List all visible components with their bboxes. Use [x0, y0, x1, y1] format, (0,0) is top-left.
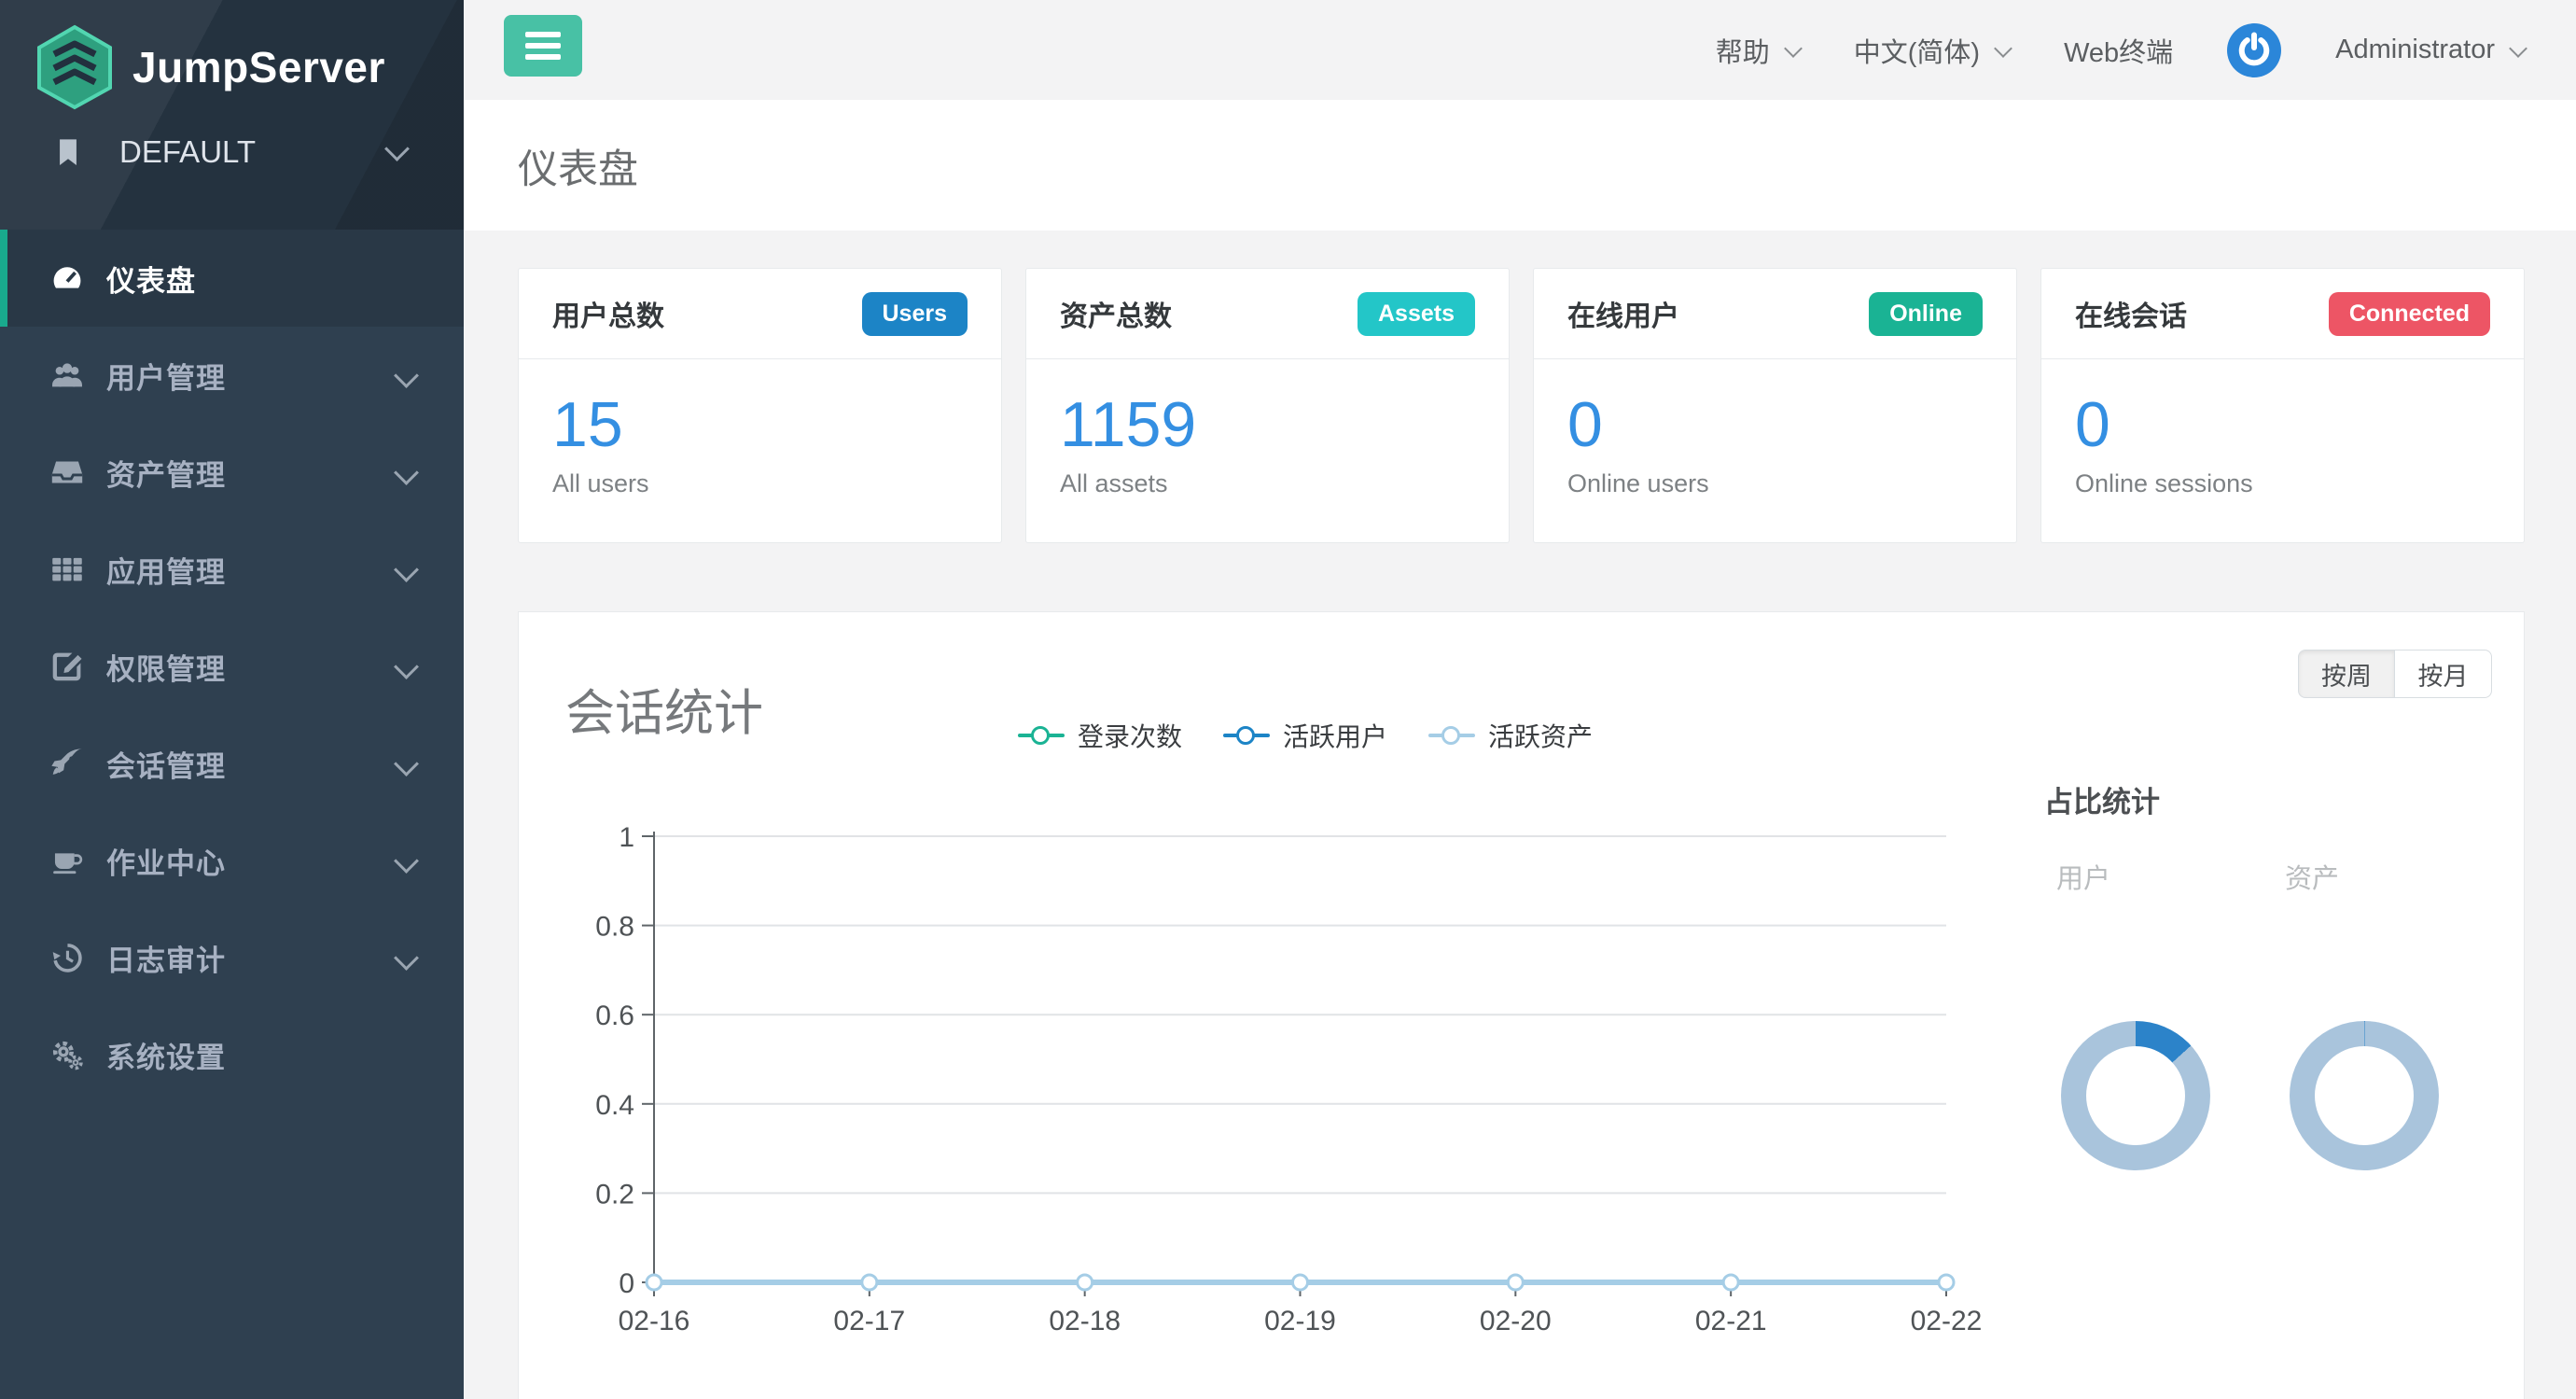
x-axis-labels: 02-16 02-17 02-18 02-19 02-20 02-21 02-2…: [619, 1306, 1983, 1336]
chevron-down-icon: [1994, 39, 2012, 58]
status-badge: Online: [1869, 292, 1983, 336]
sidebar-item-job-center[interactable]: 作业中心: [0, 812, 464, 909]
svg-text:0.6: 0.6: [595, 1000, 634, 1031]
svg-text:02-17: 02-17: [833, 1306, 905, 1336]
sidebar-item-permissions[interactable]: 权限管理: [0, 618, 464, 715]
page-title: 仪表盘: [464, 100, 2576, 195]
user-ratio-donut-chart: [2061, 1021, 2210, 1170]
org-selector[interactable]: DEFAULT: [0, 134, 464, 170]
menu-toggle-button[interactable]: [504, 15, 582, 77]
by-week-button[interactable]: 按周: [2298, 650, 2395, 698]
chart-legend: 登录次数 活跃用户 活跃资产: [1018, 717, 1593, 754]
asset-ratio-donut-chart: [2290, 1021, 2439, 1170]
svg-text:0.2: 0.2: [595, 1179, 634, 1210]
org-label: DEFAULT: [119, 134, 256, 170]
user-menu[interactable]: Administrator: [2335, 35, 2525, 65]
chevron-down-icon: [394, 751, 419, 776]
legend-active-users[interactable]: 活跃用户: [1223, 717, 1387, 754]
svg-text:02-20: 02-20: [1480, 1306, 1552, 1336]
bookmark-icon: [52, 136, 84, 168]
chevron-down-icon: [394, 557, 419, 582]
svg-text:02-21: 02-21: [1695, 1306, 1767, 1336]
status-badge: Users: [862, 292, 968, 336]
sidebar-item-sessions[interactable]: 会话管理: [0, 715, 464, 812]
chevron-down-icon: [384, 136, 410, 161]
legend-active-assets[interactable]: 活跃资产: [1428, 717, 1593, 754]
card-online-users: 在线用户Online 0Online users: [1533, 268, 2017, 543]
card-value[interactable]: 0: [2075, 393, 2490, 456]
sidebar-item-settings[interactable]: 系统设置: [0, 1006, 464, 1103]
svg-text:02-19: 02-19: [1264, 1306, 1336, 1336]
power-icon: [2235, 32, 2273, 69]
sidebar-item-audit[interactable]: 日志审计: [0, 909, 464, 1006]
chart-series: [647, 1275, 1954, 1296]
status-badge: Connected: [2329, 292, 2490, 336]
sidebar-item-assets[interactable]: 资产管理: [0, 424, 464, 521]
svg-text:0.8: 0.8: [595, 912, 634, 943]
ratio-panel-title: 占比统计: [2044, 778, 2160, 820]
page-heading: 仪表盘: [464, 100, 2576, 231]
card-value[interactable]: 15: [552, 393, 968, 456]
gears-icon: [49, 1036, 86, 1073]
card-value[interactable]: 1159: [1060, 393, 1475, 456]
brand[interactable]: JumpServer: [0, 0, 464, 110]
session-line-chart: 1 0.8 0.6 0.4 0.2 0 02-16 02-17 02-18 02…: [519, 785, 2012, 1382]
web-terminal-link[interactable]: Web终端: [2064, 31, 2173, 70]
y-axis-ticks: [642, 836, 654, 1282]
chevron-down-icon: [394, 945, 419, 971]
avatar[interactable]: [2227, 23, 2281, 77]
ratio-user-label: 用户: [2056, 857, 2110, 896]
range-toggle: 按周 按月: [2298, 650, 2492, 698]
card-total-assets: 资产总数Assets 1159All assets: [1025, 268, 1510, 543]
chevron-down-icon: [394, 654, 419, 679]
card-value[interactable]: 0: [1567, 393, 1983, 456]
edit-icon: [49, 648, 86, 685]
gauge-icon: [49, 259, 86, 297]
status-badge: Assets: [1358, 292, 1475, 336]
sidebar-item-applications[interactable]: 应用管理: [0, 521, 464, 618]
sidebar-nav: 仪表盘 用户管理 资产管理 应用管理 权限管理: [0, 230, 464, 1103]
top-navbar: 帮助 中文(简体) Web终端 Administrator: [464, 0, 2576, 100]
by-month-button[interactable]: 按月: [2395, 650, 2492, 698]
legend-marker-icon: [1428, 726, 1475, 745]
language-menu[interactable]: 中文(简体): [1854, 31, 2010, 70]
svg-text:02-22: 02-22: [1911, 1306, 1983, 1336]
chevron-down-icon: [394, 460, 419, 485]
sidebar: JumpServer DEFAULT 仪表盘 用户管理 资产管理: [0, 0, 464, 1399]
svg-text:0: 0: [619, 1268, 634, 1299]
card-total-users: 用户总数Users 15All users: [518, 268, 1002, 543]
svg-text:1: 1: [619, 822, 634, 853]
svg-text:02-18: 02-18: [1049, 1306, 1121, 1336]
panel-title: 会话统计: [565, 674, 763, 745]
sidebar-item-users[interactable]: 用户管理: [0, 327, 464, 424]
help-menu[interactable]: 帮助: [1716, 31, 1800, 70]
svg-text:0.4: 0.4: [595, 1090, 634, 1121]
chevron-down-icon: [394, 848, 419, 874]
session-stats-panel: 会话统计 登录次数 活跃用户 活跃资产 按周 按月: [518, 611, 2525, 1399]
sidebar-header: JumpServer DEFAULT: [0, 0, 464, 230]
rocket-icon: [49, 745, 86, 782]
legend-marker-icon: [1018, 726, 1065, 745]
jumpserver-logo-icon: [35, 24, 114, 110]
chevron-down-icon: [2509, 39, 2527, 58]
legend-login-count[interactable]: 登录次数: [1018, 717, 1182, 754]
chevron-down-icon: [1784, 39, 1803, 58]
history-icon: [49, 939, 86, 976]
jumpserver-dashboard: JumpServer DEFAULT 仪表盘 用户管理 资产管理: [0, 0, 2576, 1399]
svg-text:02-16: 02-16: [619, 1306, 690, 1336]
inbox-icon: [49, 454, 86, 491]
gridlines: [654, 836, 1946, 1193]
users-icon: [49, 357, 86, 394]
navbar-right: 帮助 中文(简体) Web终端 Administrator: [1716, 0, 2525, 100]
coffee-icon: [49, 842, 86, 879]
legend-marker-icon: [1223, 726, 1270, 745]
brand-name: JumpServer: [132, 42, 385, 92]
chevron-down-icon: [394, 363, 419, 388]
grid-icon: [49, 551, 86, 588]
summary-cards: 用户总数Users 15All users 资产总数Assets 1159All…: [518, 268, 2525, 543]
ratio-asset-label: 资产: [2285, 857, 2339, 896]
sidebar-item-dashboard[interactable]: 仪表盘: [0, 230, 464, 327]
y-axis-labels: 1 0.8 0.6 0.4 0.2 0: [595, 822, 634, 1299]
card-online-sessions: 在线会话Connected 0Online sessions: [2040, 268, 2525, 543]
